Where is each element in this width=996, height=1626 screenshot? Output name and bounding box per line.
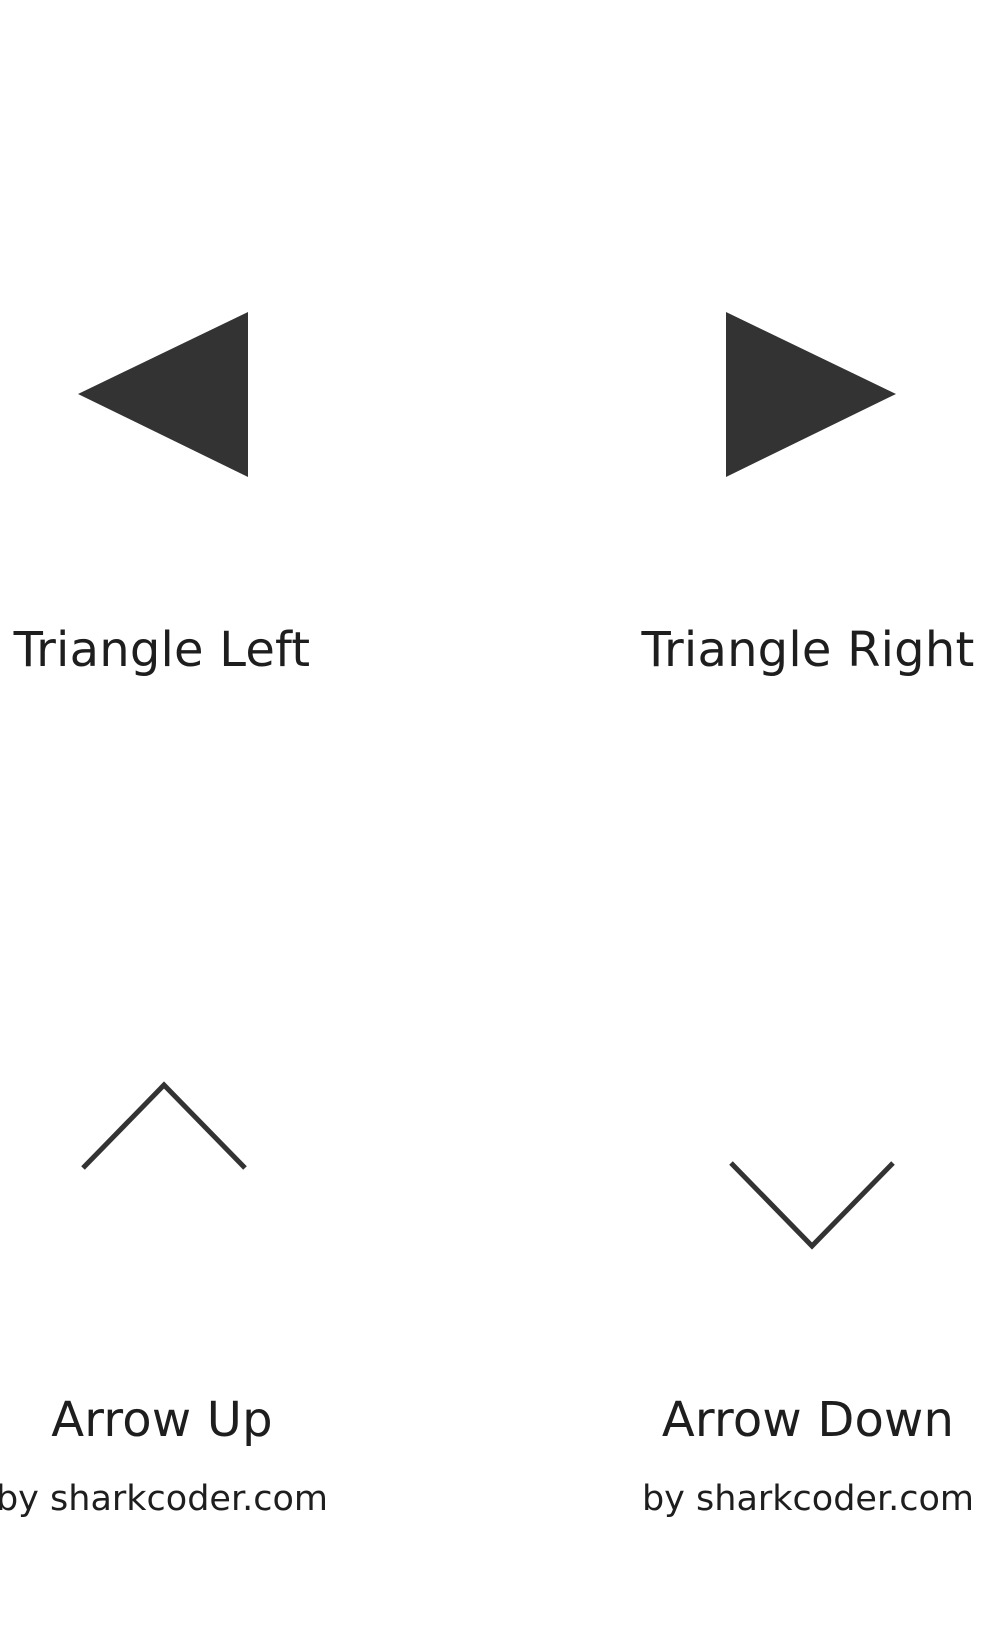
arrow-down-credit: by sharkcoder.com [641,1479,975,1519]
arrow-down-label: Arrow Down [661,1392,955,1448]
triangle-right-label: Triangle Right [641,622,975,678]
triangle-right-icon [726,312,896,477]
arrow-up-credit: by sharkcoder.com [0,1479,329,1519]
triangle-left-icon [78,312,248,477]
arrow-up-icon [81,1081,247,1170]
arrow-down-icon [729,1161,895,1250]
arrow-up-label: Arrow Up [51,1392,273,1448]
triangle-left-label: Triangle Left [13,622,311,678]
